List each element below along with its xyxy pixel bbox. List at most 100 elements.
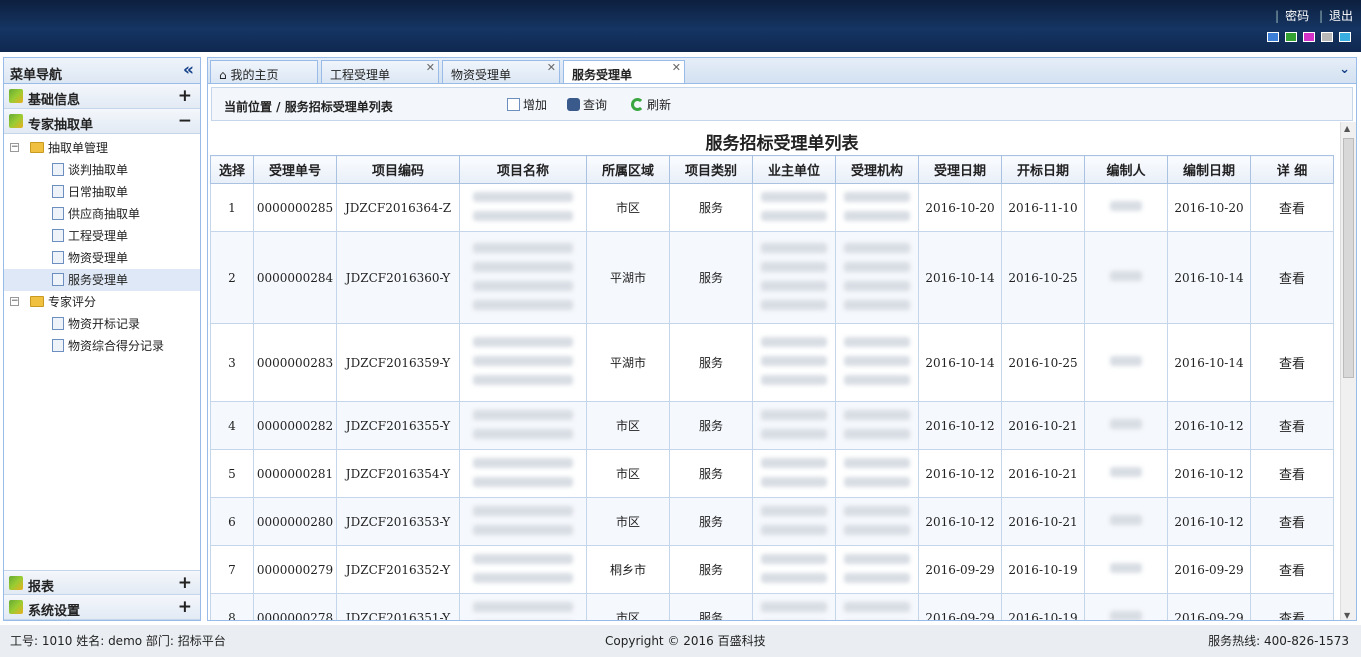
close-icon[interactable]: ✕ xyxy=(547,61,556,74)
tree-item[interactable]: 谈判抽取单 xyxy=(4,159,200,181)
collapse-sidebar-icon[interactable]: « xyxy=(183,60,194,80)
table-row[interactable]: 2 0000000284 JDZCF2016360-Y 平湖市 服务 2016-10-14… xyxy=(210,231,1334,324)
tree-item-label: 谈判抽取单 xyxy=(68,163,129,177)
table-row[interactable]: 5 0000000281 JDZCF2016354-Y 市区 服务 2016-10-12 2… xyxy=(210,449,1334,498)
table-row[interactable]: 7 0000000279 JDZCF2016352-Y 桐乡市 服务 2016-09-29… xyxy=(210,545,1334,594)
view-link[interactable]: 查看 xyxy=(1250,449,1334,498)
view-link-text[interactable]: 查看 xyxy=(1279,564,1305,579)
made-date-text: 2016-10-12 xyxy=(1174,466,1244,481)
tree-item[interactable]: − 专家评分 xyxy=(4,291,200,313)
skin-swatch-2[interactable] xyxy=(1285,32,1297,42)
scroll-thumb[interactable] xyxy=(1343,138,1354,378)
region: 市区 xyxy=(586,401,670,450)
view-link[interactable]: 查看 xyxy=(1250,497,1334,546)
category-text: 服务 xyxy=(698,611,723,621)
table-row[interactable]: 3 0000000283 JDZCF2016359-Y 平湖市 服务 2016-10-14… xyxy=(210,323,1334,402)
view-link[interactable]: 查看 xyxy=(1250,401,1334,450)
skin-swatch-1[interactable] xyxy=(1267,32,1279,42)
query-label: 查询 xyxy=(583,98,608,112)
category-text: 服务 xyxy=(698,356,723,370)
expand-icon[interactable]: + xyxy=(178,597,192,617)
view-link[interactable]: 查看 xyxy=(1250,545,1334,594)
vertical-scrollbar[interactable]: ▲ ▼ xyxy=(1340,122,1356,620)
refresh-button[interactable]: 刷新 xyxy=(631,96,671,113)
tree-item[interactable]: 工程受理单 xyxy=(4,225,200,247)
redacted-text xyxy=(472,409,574,420)
table-row[interactable]: 6 0000000280 JDZCF2016353-Y 市区 服务 2016-10-12 2… xyxy=(210,497,1334,546)
close-icon[interactable]: ✕ xyxy=(426,61,435,74)
query-button[interactable]: 查询 xyxy=(567,96,607,113)
skin-swatch-3[interactable] xyxy=(1303,32,1315,42)
project-code: JDZCF2016360-Y xyxy=(336,231,460,324)
open-date: 2016-10-21 xyxy=(1001,401,1085,450)
row-index-text: 7 xyxy=(228,562,236,577)
tree-item[interactable]: 供应商抽取单 xyxy=(4,203,200,225)
skin-swatch-4[interactable] xyxy=(1321,32,1333,42)
open-date-text: 2016-10-19 xyxy=(1008,610,1078,621)
view-link[interactable]: 查看 xyxy=(1250,231,1334,324)
row-index-text: 5 xyxy=(228,466,236,481)
module-icon xyxy=(9,114,23,128)
view-link[interactable]: 查看 xyxy=(1250,183,1334,232)
table-row[interactable]: 8 0000000278 JDZCF2016351-Y 市区 服务 2016-09-29 2… xyxy=(210,593,1334,621)
project-code: JDZCF2016364-Z xyxy=(336,183,460,232)
expand-icon[interactable]: + xyxy=(178,86,192,106)
scroll-down-icon[interactable]: ▼ xyxy=(1344,611,1350,620)
tree-item[interactable]: 服务受理单 xyxy=(4,269,200,291)
tree-item-label: 服务受理单 xyxy=(68,273,129,287)
document-icon xyxy=(52,339,64,352)
skin-switcher xyxy=(1267,32,1351,42)
accordion-expert-extract[interactable]: 专家抽取单 − xyxy=(4,109,200,134)
project-name xyxy=(459,183,587,232)
redacted-text xyxy=(844,572,910,583)
scroll-up-icon[interactable]: ▲ xyxy=(1344,124,1350,133)
project-name xyxy=(459,323,587,402)
view-link-text[interactable]: 查看 xyxy=(1279,516,1305,531)
tab-service[interactable]: 服务受理单 ✕ xyxy=(563,60,685,85)
view-link[interactable]: 查看 xyxy=(1250,323,1334,402)
accordion-system-settings[interactable]: 系统设置 + xyxy=(4,595,200,620)
accordion-reports[interactable]: 报表 + xyxy=(4,570,200,595)
tab-engineering[interactable]: 工程受理单 ✕ xyxy=(321,60,439,84)
order-number-text: 0000000281 xyxy=(256,466,334,481)
view-link-text[interactable]: 查看 xyxy=(1279,420,1305,435)
view-link-text[interactable]: 查看 xyxy=(1279,468,1305,483)
tree-toggle-icon[interactable]: − xyxy=(10,297,19,306)
order-number-text: 0000000283 xyxy=(256,355,334,370)
region-text: 桐乡市 xyxy=(609,563,646,577)
tree-toggle-icon[interactable]: − xyxy=(10,143,19,152)
redacted-text xyxy=(1109,467,1143,477)
logout-link[interactable]: 退出 xyxy=(1329,9,1353,23)
close-icon[interactable]: ✕ xyxy=(672,61,681,74)
region: 市区 xyxy=(586,593,670,620)
expand-icon[interactable]: + xyxy=(178,573,192,593)
tree-item[interactable]: 物资受理单 xyxy=(4,247,200,269)
tree-item[interactable]: − 抽取单管理 xyxy=(4,137,200,159)
tree-item[interactable]: 日常抽取单 xyxy=(4,181,200,203)
view-link-text[interactable]: 查看 xyxy=(1279,202,1305,217)
view-link[interactable]: 查看 xyxy=(1250,593,1334,620)
add-button[interactable]: 增加 xyxy=(507,96,547,113)
redacted-text xyxy=(761,261,827,272)
column-header: 开标日期 xyxy=(1001,155,1085,184)
category: 服务 xyxy=(669,449,753,498)
skin-swatch-5[interactable] xyxy=(1339,32,1351,42)
table-row[interactable]: 1 0000000285 JDZCF2016364-Z 市区 服务 2016-10-20 2… xyxy=(210,183,1334,232)
view-link-text[interactable]: 查看 xyxy=(1279,357,1305,372)
tab-list-dropdown-icon[interactable]: ⌄ xyxy=(1339,62,1350,77)
tab-home[interactable]: ⌂ 我的主页 xyxy=(210,60,318,84)
tab-materials[interactable]: 物资受理单 ✕ xyxy=(442,60,560,84)
collapse-icon[interactable]: − xyxy=(178,111,192,131)
view-link-text[interactable]: 查看 xyxy=(1279,272,1305,287)
accept-date-text: 2016-10-14 xyxy=(925,355,995,370)
order-number: 0000000280 xyxy=(253,497,337,546)
table-row[interactable]: 4 0000000282 JDZCF2016355-Y 市区 服务 2016-10-12 2… xyxy=(210,401,1334,450)
password-link[interactable]: 密码 xyxy=(1285,9,1309,23)
tree-item[interactable]: 物资综合得分记录 xyxy=(4,335,200,357)
accordion-basic-info[interactable]: 基础信息 + xyxy=(4,84,200,109)
tree-item[interactable]: 物资开标记录 xyxy=(4,313,200,335)
view-link-text[interactable]: 查看 xyxy=(1279,612,1305,620)
status-footer: 工号: 1010 姓名: demo 部门: 招标平台 Copyright © 2… xyxy=(0,625,1361,657)
category-text: 服务 xyxy=(698,271,723,285)
project-name xyxy=(459,497,587,546)
